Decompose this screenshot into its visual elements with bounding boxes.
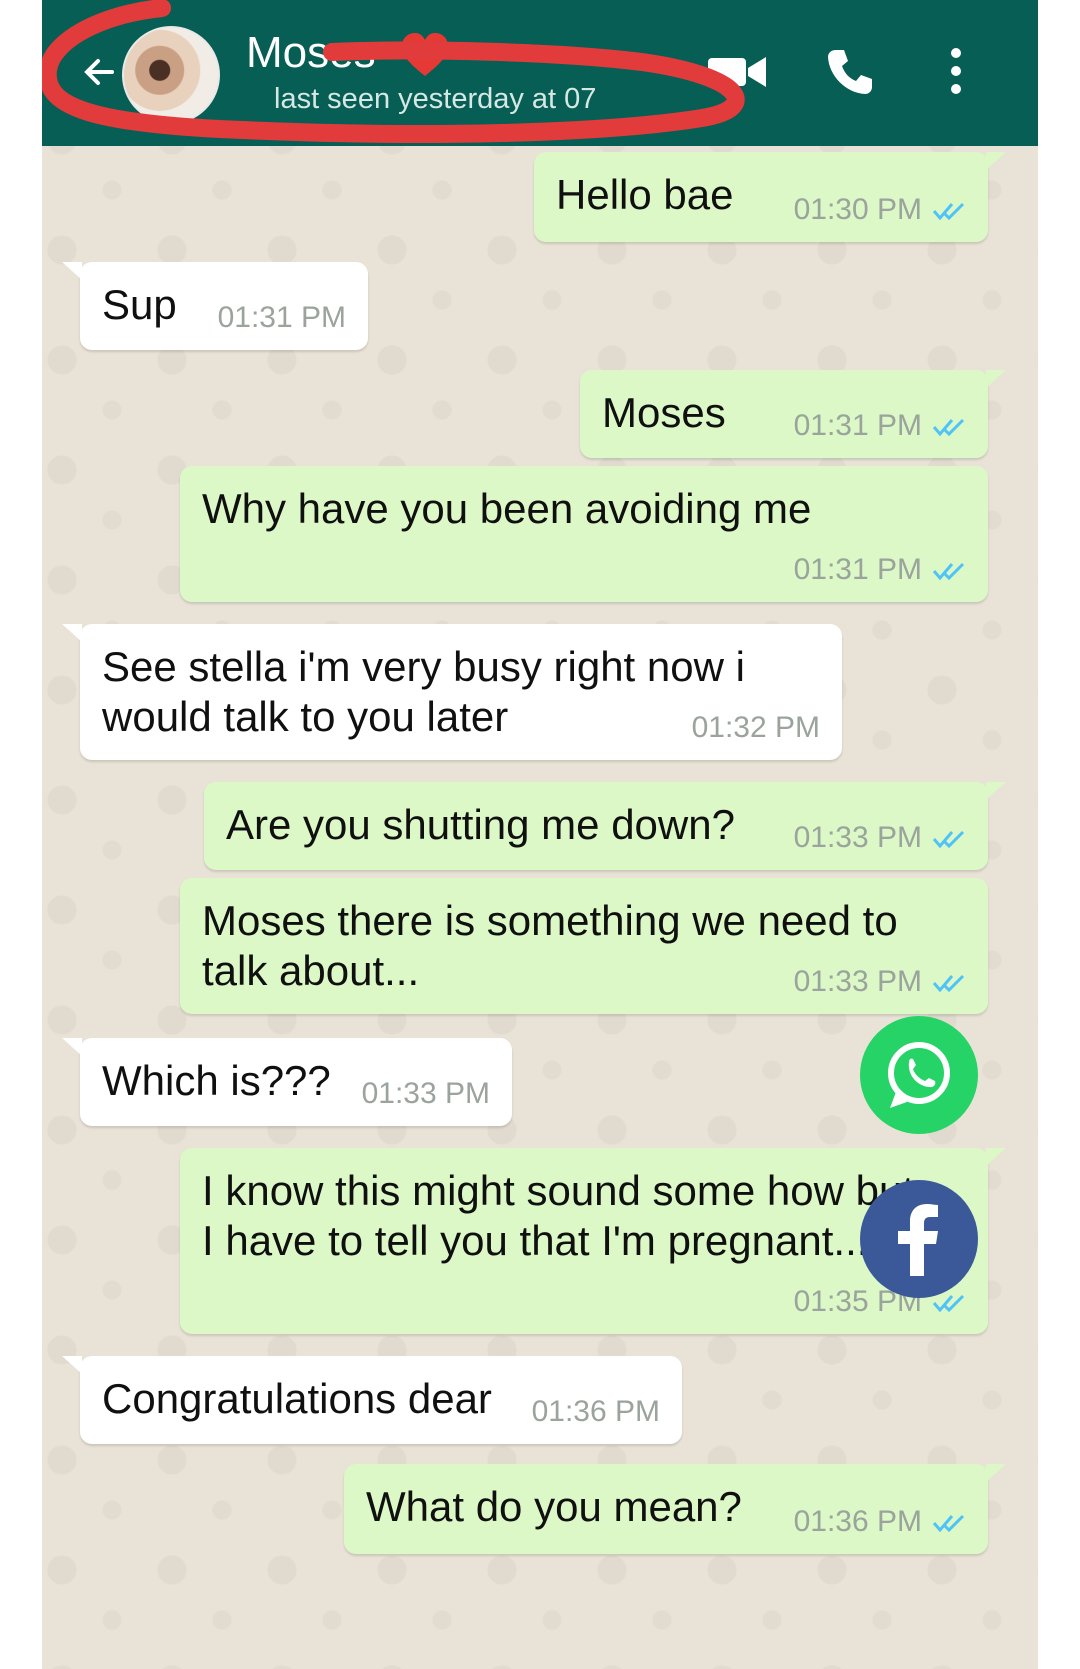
message-meta: 01:36 PM <box>794 1504 966 1540</box>
message-meta: 01:36 PM <box>532 1394 660 1430</box>
message-meta: 01:33 PM <box>362 1076 490 1112</box>
phone-call-icon[interactable] <box>824 46 876 98</box>
message-outgoing[interactable]: Moses there is something we need to talk… <box>180 878 988 1014</box>
message-time: 01:33 PM <box>361 1077 490 1110</box>
message-time: 01:31 PM <box>217 301 346 334</box>
read-ticks-icon <box>932 1515 965 1533</box>
message-time: 01:31 PM <box>793 409 922 442</box>
back-arrow-icon[interactable] <box>80 52 120 92</box>
message-text: See stella i'm very busy right now i wou… <box>102 643 745 740</box>
message-time: 01:33 PM <box>793 965 922 998</box>
chat-screen: Moses last seen yesterday at 07 Hello ba… <box>42 0 1038 1669</box>
read-ticks-icon <box>932 203 965 221</box>
whatsapp-share-button[interactable] <box>860 1016 978 1134</box>
last-seen-status: last seen yesterday at 07 <box>274 83 597 115</box>
more-options-icon[interactable] <box>946 46 966 96</box>
message-time: 01:36 PM <box>531 1395 660 1428</box>
message-text: I know this might sound some how but I h… <box>202 1167 915 1264</box>
message-time: 01:36 PM <box>793 1505 922 1538</box>
avatar[interactable] <box>122 26 220 124</box>
message-time: 01:32 PM <box>691 711 820 744</box>
message-outgoing[interactable]: Are you shutting me down? 01:33 PM <box>204 782 1006 870</box>
chat-header: Moses last seen yesterday at 07 <box>42 0 1038 146</box>
whatsapp-share-icon <box>888 1042 950 1108</box>
message-meta: 01:31 PM <box>794 552 966 588</box>
message-incoming[interactable]: Which is??? 01:33 PM <box>62 1038 512 1126</box>
video-call-icon[interactable] <box>706 52 768 92</box>
message-text: Why have you been avoiding me <box>202 485 812 532</box>
message-meta: 01:30 PM <box>794 192 966 228</box>
read-ticks-icon <box>932 831 965 849</box>
message-meta: 01:31 PM <box>794 408 966 444</box>
message-incoming[interactable]: Sup 01:31 PM <box>62 262 368 350</box>
facebook-share-icon <box>898 1204 938 1276</box>
message-outgoing[interactable]: Moses 01:31 PM <box>580 370 1006 458</box>
message-time: 01:30 PM <box>793 193 922 226</box>
read-ticks-icon <box>932 419 965 437</box>
facebook-share-button[interactable] <box>860 1180 978 1298</box>
heart-emoji-icon <box>402 33 448 76</box>
message-outgoing[interactable]: Why have you been avoiding me 01:31 PM <box>180 466 988 602</box>
message-outgoing[interactable]: Hello bae 01:30 PM <box>534 152 1006 242</box>
message-incoming[interactable]: See stella i'm very busy right now i wou… <box>62 624 842 760</box>
message-meta: 01:33 PM <box>794 820 966 856</box>
read-ticks-icon <box>932 563 965 581</box>
read-ticks-icon <box>932 975 965 993</box>
message-meta: 01:31 PM <box>218 300 346 336</box>
contact-name[interactable]: Moses <box>246 28 376 78</box>
message-incoming[interactable]: Congratulations dear 01:36 PM <box>62 1356 682 1444</box>
message-outgoing[interactable]: What do you mean? 01:36 PM <box>344 1464 1006 1554</box>
message-meta: 01:33 PM <box>794 964 966 1000</box>
message-time: 01:33 PM <box>793 821 922 854</box>
message-time: 01:31 PM <box>793 553 922 586</box>
message-meta: 01:32 PM <box>692 710 820 746</box>
